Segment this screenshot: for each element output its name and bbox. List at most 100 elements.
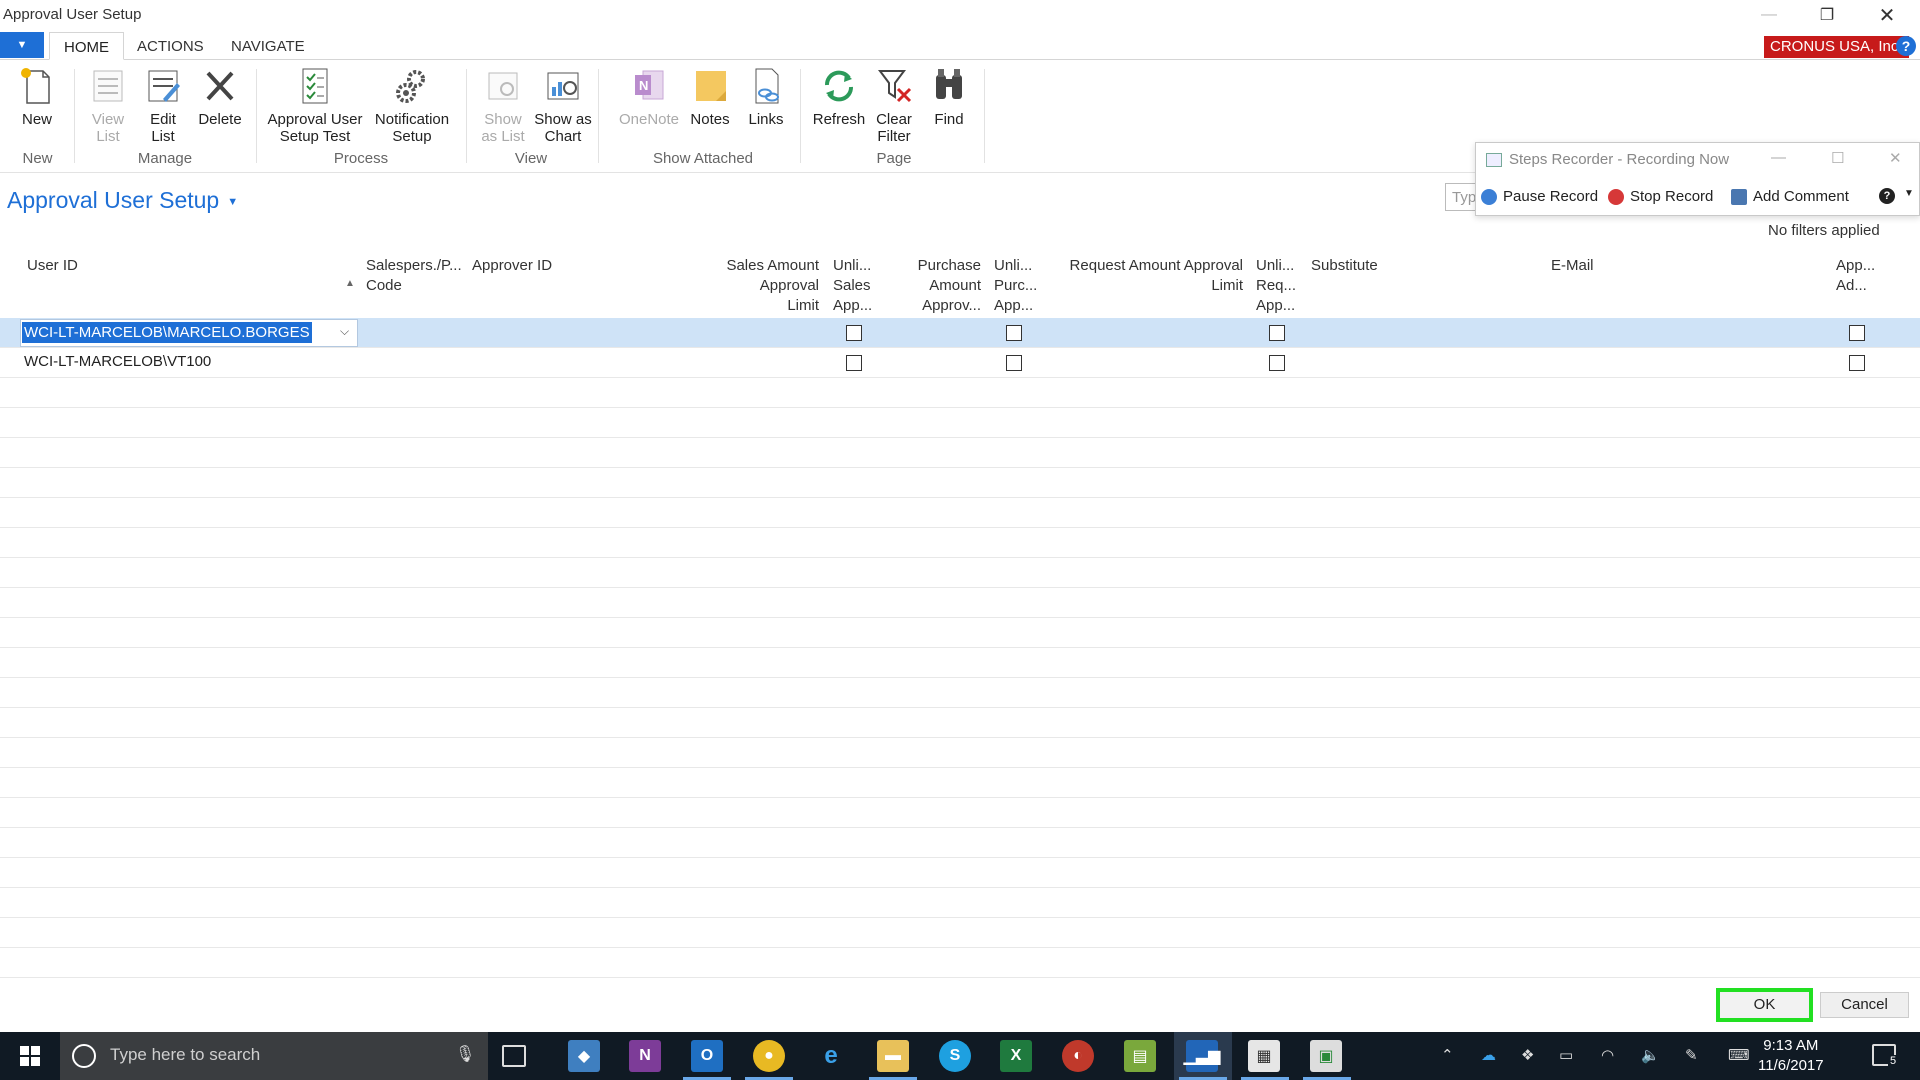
column-header-unlimited-sales-approval[interactable]: Unli... Sales App... (833, 256, 872, 316)
empty-row (0, 948, 1920, 978)
restore-icon[interactable]: ❐ (1798, 0, 1856, 30)
column-header-email[interactable]: E-Mail (1551, 256, 1594, 276)
page-title-text: Approval User Setup (7, 187, 220, 213)
app-icon[interactable]: ◆ (568, 1040, 600, 1072)
unlimited-request-checkbox[interactable] (1269, 325, 1285, 341)
wifi-icon[interactable]: ◠ (1601, 1046, 1614, 1064)
app-icon[interactable]: ▣ (1310, 1040, 1342, 1072)
pen-icon[interactable]: ✎ (1685, 1046, 1698, 1064)
column-header-unlimited-purchase-approval[interactable]: Unli... Purc... App... (994, 256, 1037, 316)
column-header-approval-administrator[interactable]: App... Ad... (1836, 256, 1875, 296)
svg-text:N: N (639, 78, 648, 93)
minimize-icon[interactable]: — (1740, 0, 1798, 30)
chevron-down-icon[interactable]: ⌵ (340, 324, 349, 339)
column-header-request-amount-approval-limit[interactable]: Request Amount Approval Limit (1040, 256, 1243, 296)
add-comment-button[interactable]: Add Comment (1731, 188, 1849, 205)
table-row[interactable]: WCI-LT-MARCELOB\VT100 (0, 348, 1920, 378)
empty-row (0, 888, 1920, 918)
unlimited-purchase-checkbox[interactable] (1006, 355, 1022, 371)
microphone-icon[interactable]: 🎙 (455, 1044, 475, 1064)
excel-icon[interactable]: X (1000, 1040, 1032, 1072)
edge-icon[interactable]: e (815, 1040, 847, 1072)
ribbon-separator (256, 69, 257, 163)
column-header-sales-amount-approval-limit[interactable]: Sales Amount Approval Limit (700, 256, 819, 316)
delete-icon (206, 71, 234, 101)
help-icon[interactable]: ? (1879, 188, 1901, 204)
onedrive-icon[interactable]: ☁ (1481, 1046, 1496, 1064)
chevron-up-icon[interactable]: ⌃ (1441, 1046, 1454, 1064)
link-icon (755, 68, 779, 104)
approval-administrator-checkbox[interactable] (1849, 325, 1865, 341)
onenote-button[interactable]: N OneNote (614, 65, 684, 128)
table-row[interactable]: WCI-LT-MARCELOB\MARCELO.BORGES ⌵ (0, 318, 1920, 348)
dropbox-icon[interactable]: ❖ (1521, 1046, 1534, 1064)
new-button[interactable]: New (2, 65, 72, 128)
column-header-substitute[interactable]: Substitute (1311, 256, 1378, 276)
close-icon[interactable]: ✕ (1889, 149, 1902, 167)
empty-row (0, 738, 1920, 768)
app-icon[interactable]: ◐ (1062, 1040, 1094, 1072)
unlimited-purchase-checkbox[interactable] (1006, 325, 1022, 341)
group-label-new: New (22, 150, 53, 167)
user-id-cell[interactable]: WCI-LT-MARCELOB\MARCELO.BORGES (22, 322, 312, 343)
steps-recorder-title: Steps Recorder - Recording Now (1509, 151, 1730, 168)
empty-row (0, 828, 1920, 858)
notifications-icon[interactable]: 5 (1872, 1044, 1899, 1067)
tab-actions[interactable]: ACTIONS (123, 32, 218, 60)
task-view-icon[interactable] (502, 1045, 526, 1067)
gear-icon (396, 70, 425, 103)
column-header-purchase-amount-approval-limit[interactable]: Purchase Amount Approv... (880, 256, 981, 316)
notes-label: Notes (690, 111, 730, 128)
unlimited-request-checkbox[interactable] (1269, 355, 1285, 371)
column-header-salesperson-code[interactable]: Salespers./P... Code (366, 256, 462, 296)
ribbon-separator (466, 69, 467, 163)
help-icon[interactable]: ? (1896, 36, 1916, 56)
tab-home[interactable]: HOME (49, 32, 124, 60)
battery-icon[interactable]: ▭ (1559, 1046, 1573, 1064)
app-icon[interactable]: ▤ (1124, 1040, 1156, 1072)
company-badge[interactable]: CRONUS USA, Inc. (1764, 36, 1909, 58)
taskbar-search[interactable]: Type here to search 🎙 (60, 1032, 488, 1080)
onenote-icon[interactable]: N (629, 1040, 661, 1072)
app-menu-button[interactable]: ▼ (0, 32, 44, 58)
unlimited-sales-checkbox[interactable] (846, 355, 862, 371)
start-button[interactable] (0, 1032, 60, 1080)
dynamics-nav-icon[interactable]: ▁▃▆ (1184, 1040, 1220, 1072)
user-id-cell[interactable]: WCI-LT-MARCELOB\VT100 (24, 353, 211, 370)
cancel-button[interactable]: Cancel (1820, 992, 1909, 1018)
column-header-approver-id[interactable]: Approver ID (472, 256, 552, 276)
approval-administrator-checkbox[interactable] (1849, 355, 1865, 371)
outlook-icon[interactable]: O (691, 1040, 723, 1072)
show-as-chart-button[interactable]: Show as Chart (528, 65, 598, 145)
page-title[interactable]: Approval User Setup ▼ (7, 187, 238, 214)
tab-navigate[interactable]: NAVIGATE (217, 32, 319, 60)
steps-recorder-taskbar-icon[interactable]: ▦ (1248, 1040, 1280, 1072)
notification-setup-button[interactable]: Notification Setup (367, 65, 457, 145)
clock-time: 9:13 AM (1763, 1037, 1819, 1054)
column-header-user-id[interactable]: User ID (27, 256, 78, 276)
skype-icon[interactable]: S (939, 1040, 971, 1072)
volume-icon[interactable]: 🔈 (1641, 1046, 1660, 1064)
keyboard-icon[interactable]: ⌨ (1728, 1046, 1750, 1064)
system-clock[interactable]: 9:13 AM 11/6/2017 (1758, 1036, 1824, 1076)
delete-button[interactable]: Delete (185, 65, 255, 128)
close-icon[interactable]: ✕ (1858, 0, 1916, 30)
onenote-label: OneNote (618, 111, 680, 128)
maximize-icon[interactable]: ☐ (1831, 149, 1844, 167)
find-button[interactable]: Find (914, 65, 984, 128)
ok-button[interactable]: OK (1720, 992, 1809, 1018)
links-button[interactable]: Links (731, 65, 801, 128)
chevron-down-icon[interactable]: ▼ (1904, 188, 1914, 199)
empty-row (0, 588, 1920, 618)
stop-record-label: Stop Record (1630, 188, 1714, 205)
unlimited-sales-checkbox[interactable] (846, 325, 862, 341)
minimize-icon[interactable]: — (1771, 149, 1786, 166)
column-header-unlimited-request-approval[interactable]: Unli... Req... App... (1256, 256, 1296, 316)
pause-record-button[interactable]: Pause Record (1481, 188, 1598, 205)
file-explorer-icon[interactable]: ▬ (877, 1040, 909, 1072)
empty-row (0, 798, 1920, 828)
chrome-icon[interactable]: ● (753, 1040, 785, 1072)
stop-record-button[interactable]: Stop Record (1608, 188, 1713, 205)
onenote-icon: N (635, 70, 664, 100)
approval-user-setup-test-button[interactable]: Approval User Setup Test (265, 65, 365, 145)
